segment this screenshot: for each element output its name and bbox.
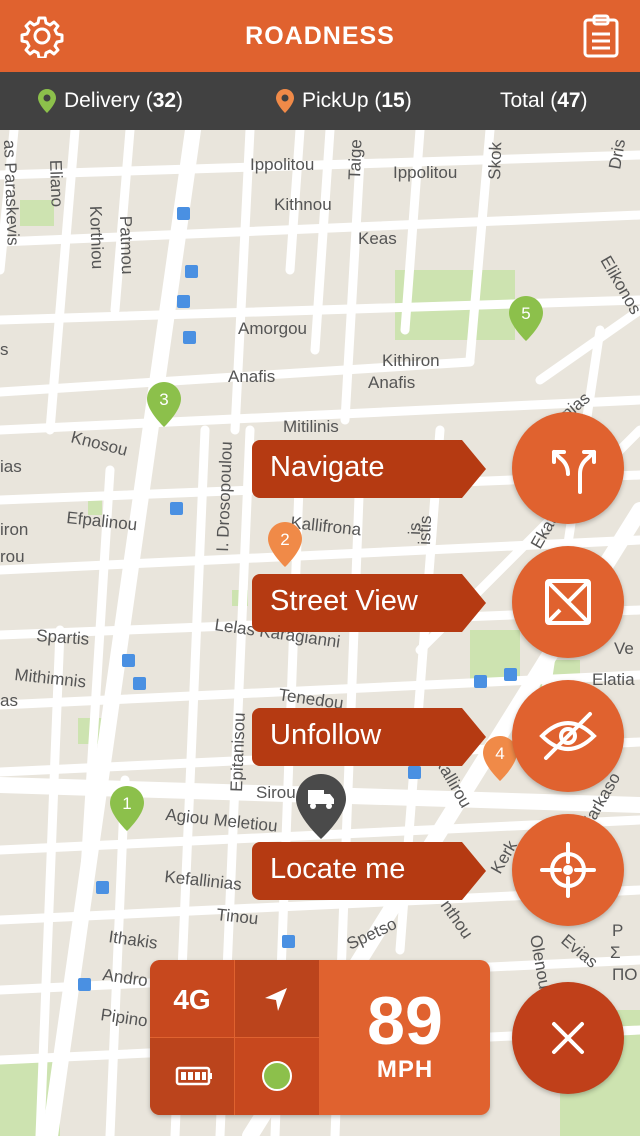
locate-me-label: Locate me	[270, 853, 406, 885]
network-cell: 4G	[150, 960, 234, 1037]
delivery-stat[interactable]: Delivery (32)	[38, 89, 183, 113]
pickup-pin-icon	[276, 89, 294, 113]
street-label: Kithnou	[274, 195, 332, 214]
street-label: Kithiron	[382, 351, 440, 370]
street-view-label: Street View	[270, 585, 418, 617]
route-split-icon	[552, 450, 596, 494]
street-view-action[interactable]: Street View	[252, 574, 488, 632]
app-header: ROADNESS	[0, 0, 640, 72]
delivery-pin-icon	[38, 89, 56, 113]
speedometer: 89 MPH	[320, 960, 490, 1115]
street-label: iron	[0, 520, 28, 539]
pin-number: 2	[280, 530, 289, 549]
pin-number: 1	[122, 794, 131, 813]
location-arrow-cell	[235, 960, 319, 1037]
street-label: Taige	[345, 139, 365, 180]
pickup-count: 15	[381, 89, 405, 112]
status-hud: 4G 89 MPH	[150, 960, 490, 1115]
close-icon	[552, 1022, 584, 1054]
delivery-label: Delivery	[64, 89, 140, 112]
eye-off-icon	[539, 712, 597, 760]
street-label: Patmou	[116, 215, 137, 274]
street-label: ias	[0, 457, 22, 476]
street-label: as Paraskevis	[0, 139, 23, 245]
total-label: Total	[500, 89, 545, 112]
street-label: Σ	[610, 943, 621, 962]
locate-me-button[interactable]	[512, 814, 624, 926]
app-title: ROADNESS	[245, 22, 395, 50]
street-label: Epitanisou	[227, 712, 249, 792]
crosshair-icon	[540, 842, 596, 898]
speed-unit: MPH	[376, 1056, 434, 1083]
network-type: 4G	[173, 984, 211, 1015]
street-view-button[interactable]	[512, 546, 624, 658]
pin-number: 3	[159, 390, 168, 409]
pin-number: 5	[521, 304, 530, 323]
unfollow-button[interactable]	[512, 680, 624, 792]
street-label: Anafis	[228, 367, 275, 386]
street-label: Sirou	[256, 783, 296, 802]
close-button[interactable]	[512, 982, 624, 1094]
street-label: Mitilinis	[283, 417, 339, 436]
delivery-count: 32	[152, 89, 177, 112]
gps-status-indicator	[262, 1061, 292, 1091]
pickup-stat[interactable]: PickUp (15)	[276, 89, 412, 113]
street-label: I. Drosopoulou	[213, 441, 236, 552]
street-label: Eliano	[46, 159, 67, 207]
street-view-icon	[545, 579, 591, 625]
stats-bar: Delivery (32) PickUp (15) Total (47)	[0, 72, 640, 130]
total-stat[interactable]: Total (47)	[500, 89, 588, 113]
total-count: 47	[557, 89, 581, 112]
street-label: Korthiou	[86, 205, 107, 269]
street-label: Anafis	[368, 373, 415, 392]
speed-value: 89	[367, 983, 443, 1059]
locate-me-action[interactable]: Locate me	[252, 842, 488, 900]
pin-number: 4	[495, 744, 504, 763]
street-label: Skok	[485, 141, 505, 180]
street-label: rou	[0, 547, 25, 566]
gps-status-cell	[235, 1038, 319, 1115]
street-label: s	[0, 340, 9, 359]
unfollow-action[interactable]: Unfollow	[252, 708, 488, 766]
clipboard-icon[interactable]	[582, 14, 620, 58]
unfollow-label: Unfollow	[270, 719, 382, 751]
battery-icon	[175, 1066, 212, 1086]
navigate-label: Navigate	[270, 451, 385, 483]
street-label: istis	[415, 515, 435, 545]
street-label: Keas	[358, 229, 397, 248]
street-label: Spartis	[36, 626, 90, 649]
battery-cell	[150, 1038, 234, 1115]
navigate-button[interactable]	[512, 412, 624, 524]
street-label: Ippolitou	[250, 155, 314, 174]
street-label: Ippolitou	[393, 163, 457, 182]
location-arrow-icon	[265, 988, 287, 1011]
navigate-action[interactable]: Navigate	[252, 440, 488, 498]
street-label: Amorgou	[238, 319, 307, 338]
street-label: as	[0, 691, 18, 710]
pickup-label: PickUp	[302, 89, 369, 112]
